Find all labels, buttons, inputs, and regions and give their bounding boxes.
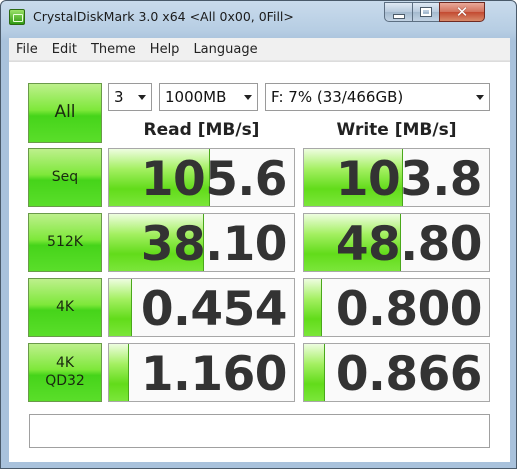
menu-help[interactable]: Help [143,42,187,57]
title-bar[interactable]: CrystalDiskMark 3.0 x64 <All 0x00, 0Fill… [1,1,516,35]
write-header: Write [MB/s] [336,120,457,140]
seq-button[interactable]: Seq [28,148,102,207]
menu-edit[interactable]: Edit [45,42,84,57]
minimize-icon [392,13,405,19]
app-icon [9,9,25,25]
row-label: 4K QD32 [45,355,85,389]
512k-read-cell: 38.10 [108,213,295,272]
4k-write-bar [304,279,322,336]
4k-qd32-read-bar [109,344,129,401]
test-size-select[interactable]: 1000MB [159,83,258,111]
comment-field[interactable] [29,414,490,448]
menu-theme[interactable]: Theme [84,42,143,57]
seq-write-value: 103.8 [335,152,483,207]
4k-write-cell: 0.800 [303,278,490,337]
read-header: Read [MB/s] [143,120,260,140]
chevron-down-icon [138,95,146,100]
run-all-button[interactable]: All [28,83,102,143]
chevron-down-icon [476,95,484,100]
4k-read-value: 0.454 [140,282,288,337]
512k-read-value: 38.10 [140,217,288,272]
maximize-icon [420,7,432,17]
maximize-button[interactable] [412,2,440,22]
menu-file[interactable]: File [9,42,45,57]
4k-qd32-button[interactable]: 4K QD32 [28,343,102,402]
4k-read-cell: 0.454 [108,278,295,337]
close-icon: ✕ [455,2,469,21]
4k-button[interactable]: 4K [28,278,102,337]
minimize-button[interactable] [384,2,413,22]
seq-write-cell: 103.8 [303,148,490,207]
4k-qd32-write-bar [304,344,326,401]
close-button[interactable]: ✕ [439,2,485,22]
main-panel: All 3 1000MB F: 7% (33/466GB) Read [MB/s… [9,61,510,462]
app-window: CrystalDiskMark 3.0 x64 <All 0x00, 0Fill… [0,0,517,469]
4k-qd32-write-value: 0.866 [335,347,483,402]
512k-button[interactable]: 512K [28,213,102,272]
test-count-value: 3 [114,88,124,106]
chevron-down-icon [244,95,252,100]
drive-value: F: 7% (33/466GB) [271,88,404,106]
4k-qd32-write-cell: 0.866 [303,343,490,402]
4k-write-value: 0.800 [335,282,483,337]
row-label: Seq [51,168,79,185]
4k-qd32-read-cell: 1.160 [108,343,295,402]
4k-qd32-read-value: 1.160 [140,347,288,402]
512k-write-cell: 48.80 [303,213,490,272]
row-label: 512K [47,233,83,250]
512k-write-value: 48.80 [335,217,483,272]
menu-language[interactable]: Language [186,42,264,57]
window-title: CrystalDiskMark 3.0 x64 <All 0x00, 0Fill… [33,9,294,24]
drive-select[interactable]: F: 7% (33/466GB) [265,83,490,111]
seq-read-value: 105.6 [140,152,288,207]
test-count-select[interactable]: 3 [108,83,152,111]
row-label: 4K [55,298,75,315]
seq-read-cell: 105.6 [108,148,295,207]
menu-bar: File Edit Theme Help Language [9,38,510,61]
4k-read-bar [109,279,133,336]
test-size-value: 1000MB [165,88,227,106]
